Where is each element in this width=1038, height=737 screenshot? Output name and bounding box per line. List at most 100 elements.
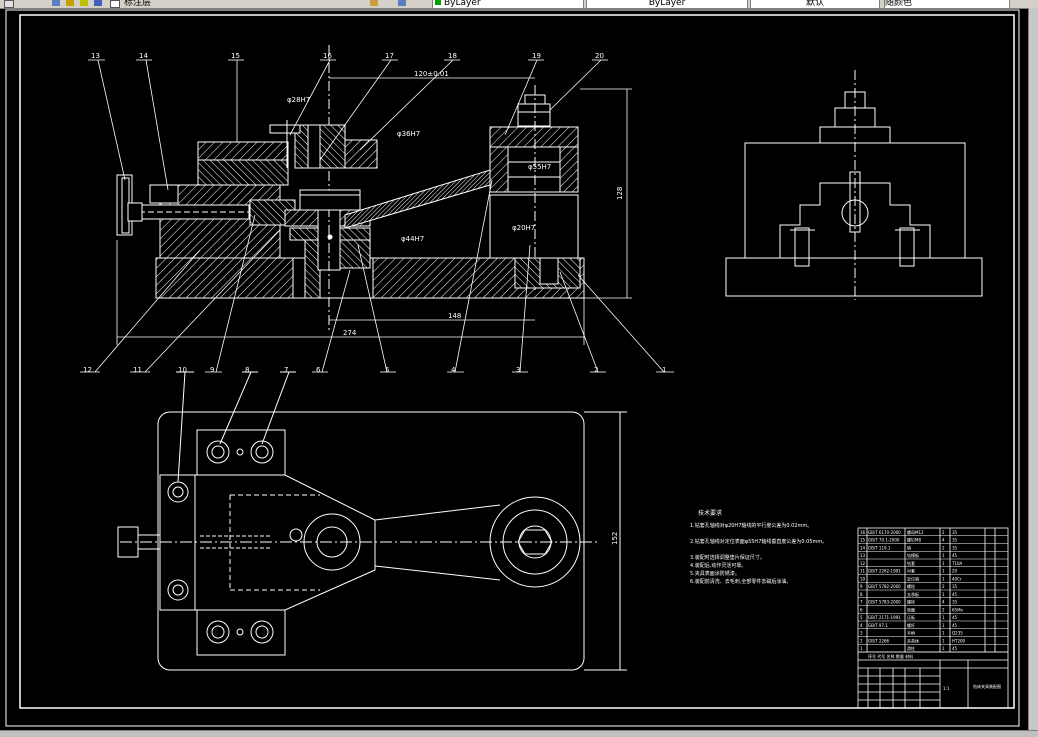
part-name: 钻套 [907,560,915,566]
part-qty: 1 [942,592,945,597]
part-number: 8 [860,592,863,597]
part-name: 螺钉M8 [907,537,921,543]
side-view [725,70,983,300]
part-name: 滑柱 [907,645,915,651]
part-material: 35 [952,545,958,550]
notes-title: 技术要求 [698,509,722,517]
balloon-2: 2 [594,366,598,374]
balloon-9: 9 [210,366,214,374]
drawing-name: 钻床夹具装配图 [973,683,1001,689]
part-code: GB/T 97.1 [868,623,888,628]
part-name: 夹具体 [907,637,919,643]
plan-view [117,371,627,671]
balloon-11: 11 [133,366,142,374]
balloon-4: 4 [451,366,456,374]
part-code: GB/T 6170-2000 [868,530,901,535]
parts-header: 序号 代号 名称 数量 材料 [868,653,913,659]
part-name: 螺栓 [907,599,915,605]
part-qty: 1 [942,646,945,651]
balloon-7: 7 [284,366,288,374]
part-material: Q235 [952,631,963,636]
part-number: 6 [860,607,863,612]
part-qty: 1 [942,553,945,558]
note-line-5: 5.夹具表面涂防锈漆。 [690,570,740,577]
part-number: 3 [860,631,863,636]
part-material: 20 [952,569,958,574]
part-qty: 1 [942,615,945,620]
title-block-text: 序号 代号 名称 数量 材料 钻床夹具装配图 1:1 [868,653,1001,691]
part-material: 45 [952,623,958,628]
part-name: 衬套 [907,568,915,574]
part-code: GB/T 2266 [868,638,890,643]
balloon-19: 19 [532,52,541,60]
balloon-1: 1 [662,366,666,374]
part-number: 10 [860,576,866,581]
balloon-3: 3 [516,366,520,374]
balloon-14: 14 [139,52,148,60]
part-material: 35 [952,584,958,589]
part-qty: 1 [942,561,945,566]
balloon-13: 13 [91,52,100,60]
balloon-18: 18 [448,52,457,60]
part-number: 5 [860,615,863,620]
part-material: HT200 [952,638,966,643]
dim-phi44: φ44H7 [401,235,424,243]
balloon-20: 20 [595,52,604,60]
front-section-view [116,45,585,330]
part-number: 7 [860,600,863,605]
part-name: 支承板 [907,591,919,597]
note-line-2: 2.钻套孔轴线对定位表面φ55H7轴线垂直度公差为0.05mm。 [690,538,827,545]
part-qty: 1 [942,576,945,581]
balloon-17: 17 [385,52,394,60]
part-code: GB/T 70.1-2000 [868,538,900,543]
part-name: 定位销 [907,575,919,581]
part-number: 4 [860,623,863,628]
part-material: 45 [952,615,958,620]
part-qty: 1 [942,638,945,643]
part-number: 2 [860,638,863,643]
dim-128: 128 [616,187,624,200]
part-material: 65Mn [952,607,964,612]
part-name: 销 [907,544,911,550]
part-qty: 1 [942,569,945,574]
part-material: 45 [952,592,958,597]
part-qty: 4 [942,600,945,605]
part-qty: 1 [942,623,945,628]
part-code: GB/T 5782-2000 [868,584,901,589]
part-number: 11 [860,569,866,574]
part-number: 12 [860,561,866,566]
part-number: 16 [860,530,866,535]
note-line-1: 1.钻套孔轴线对φ20H7轴线的平行度公差为0.02mm。 [690,522,812,529]
part-qty: 2 [942,584,945,589]
part-name: 垫圈 [907,606,915,612]
part-material: 40Cr [952,576,962,581]
dim-274: 274 [343,329,357,337]
parts-list: 16 GB/T 6170-2000 螺母M12 2 3515 GB/T 70.1-2000… [858,529,1008,653]
part-qty: 1 [942,631,945,636]
balloon-8: 8 [245,366,249,374]
drawing-canvas[interactable]: 120±0.01 128 148 274 φ28H7 φ36H7 φ55H7 φ… [0,0,1038,736]
part-material: 35 [952,600,958,605]
note-line-4: 4.装配后,动作灵活可靠。 [690,562,746,569]
part-code: GB/T 2262-1991 [868,569,901,574]
balloon-16: 16 [323,52,332,60]
balloon-15: 15 [231,52,240,60]
part-code: GB/T 2171-1991 [868,615,901,620]
part-material: T10A [951,561,963,566]
part-qty: 4 [942,538,945,543]
drawing-scale: 1:1 [943,686,950,691]
technical-notes: 技术要求 1.钻套孔轴线对φ20H7轴线的平行度公差为0.02mm。 2.钻套孔… [690,509,827,585]
part-name: 压板 [907,614,915,620]
dim-148: 148 [448,312,461,320]
part-number: 14 [860,545,866,550]
note-line-6: 6.装配前清洗、去毛刺,全部零件去磁后涂油。 [690,578,791,585]
part-qty: 2 [942,530,945,535]
part-qty: 2 [942,607,945,612]
right-scrollbar[interactable] [1028,8,1038,730]
balloon-10: 10 [178,366,187,374]
balloon-6: 6 [316,366,321,374]
dim-120: 120±0.01 [414,70,449,78]
part-number: 13 [860,553,866,558]
balloon-12: 12 [83,366,92,374]
part-number: 15 [860,538,866,543]
